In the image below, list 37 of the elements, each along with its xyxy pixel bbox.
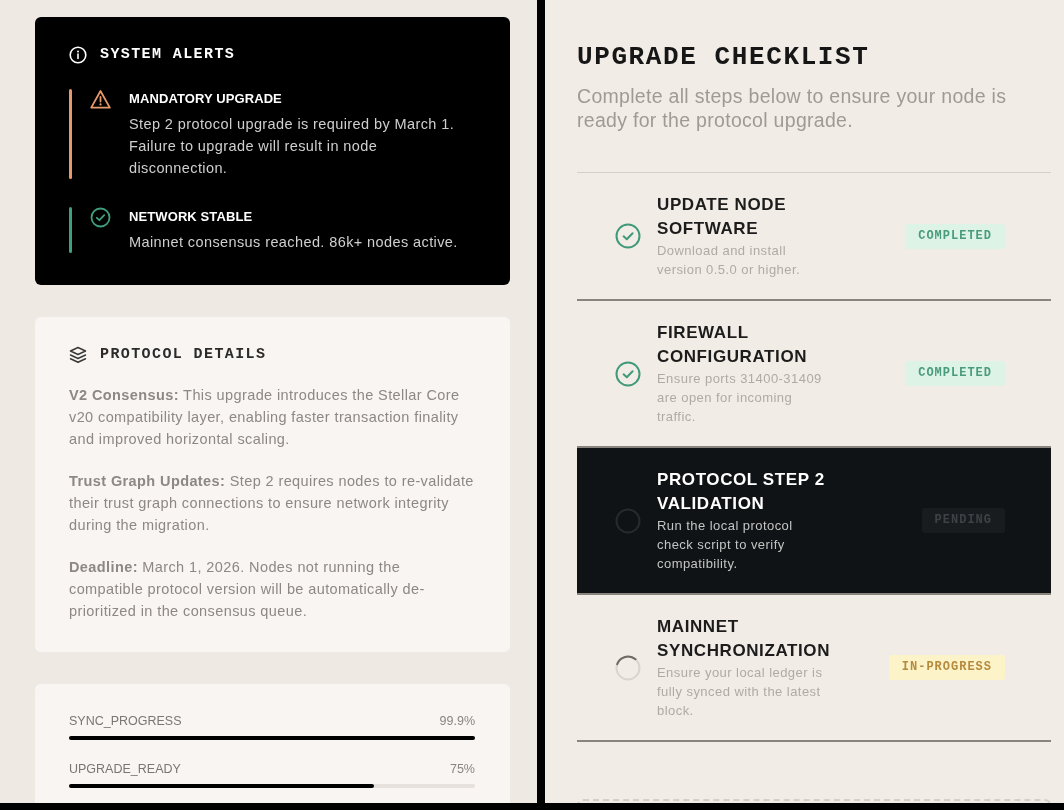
check-circle-icon xyxy=(615,223,641,249)
alert-title: MANDATORY UPGRADE xyxy=(129,90,283,108)
section-title: PROTOCOL DETAILS xyxy=(100,345,267,365)
metric-reading: 99.9% xyxy=(439,713,475,730)
step-description: Run the local protocol check script to verify compatibility. xyxy=(657,517,794,573)
checklist-item[interactable]: MAINNET SYNCHRONIZATION Ensure your local ledger is fully synced with the latest block. IN-PROGRESS xyxy=(577,595,1051,742)
step-title: MAINNET SYNCHRONIZATION xyxy=(657,616,831,662)
alert-title: NETWORK STABLE xyxy=(129,208,254,226)
alert-message: Step 2 protocol upgrade is required by March 1. Failure to upgrade will result in node disconnection. xyxy=(129,115,456,178)
checklist-item[interactable]: UPDATE NODE SOFTWARE Download and install version 0.5.0 or higher. COMPLETED xyxy=(577,173,1051,301)
detail-paragraph: Trust Graph Updates: Step 2 requires nodes to re-validate their trust graph connections to ensure network integrity during the migration. xyxy=(69,472,475,535)
status-label: COMPLETED xyxy=(905,223,1005,249)
check-circle-icon xyxy=(90,207,111,228)
detail-paragraph: Deadline: March 1, 2026. Nodes not running the compatible protocol version will be automatically de-prioritized in the consensus queue. xyxy=(69,558,426,621)
status-label: IN-PROGRESS xyxy=(888,655,1005,680)
detail-paragraph: V2 Consensus: This upgrade introduces the Stellar Core v20 compatibility layer, enabling faster transaction finality and improved horizontal scaling. xyxy=(69,386,461,449)
step-title: PROTOCOL STEP 2 VALIDATION xyxy=(657,469,826,515)
info-icon xyxy=(69,46,87,64)
metric-label: UPGRADE_READY xyxy=(69,761,181,778)
empty-circle-icon xyxy=(615,507,641,534)
step-description: Ensure your local ledger is fully synced with the latest block. xyxy=(657,664,824,720)
step-description: Ensure ports 31400-31409 are open for incoming traffic. xyxy=(657,370,823,426)
step-title: UPDATE NODE SOFTWARE xyxy=(657,194,788,240)
checklist-subtitle: Complete all steps below to ensure your node is ready for the protocol upgrade. xyxy=(577,84,1008,132)
spinner-icon xyxy=(615,654,641,681)
check-circle-icon xyxy=(615,360,641,387)
alert-message: Mainnet consensus reached. 86k+ nodes active. xyxy=(129,233,458,252)
section-title: SYSTEM ALERTS xyxy=(100,45,236,65)
layers-icon xyxy=(69,346,87,364)
metric-label: SYNC_PROGRESS xyxy=(69,713,182,730)
metric-reading: 75% xyxy=(449,761,475,778)
step-title: FIREWALL CONFIGURATION xyxy=(657,322,809,368)
step-description: Download and install version 0.5.0 or higher. xyxy=(657,242,802,279)
checklist-title: UPGRADE CHECKLIST xyxy=(577,41,871,73)
status-label: COMPLETED xyxy=(905,361,1005,386)
warning-icon xyxy=(90,89,111,110)
alert-accent-bar xyxy=(69,207,72,253)
